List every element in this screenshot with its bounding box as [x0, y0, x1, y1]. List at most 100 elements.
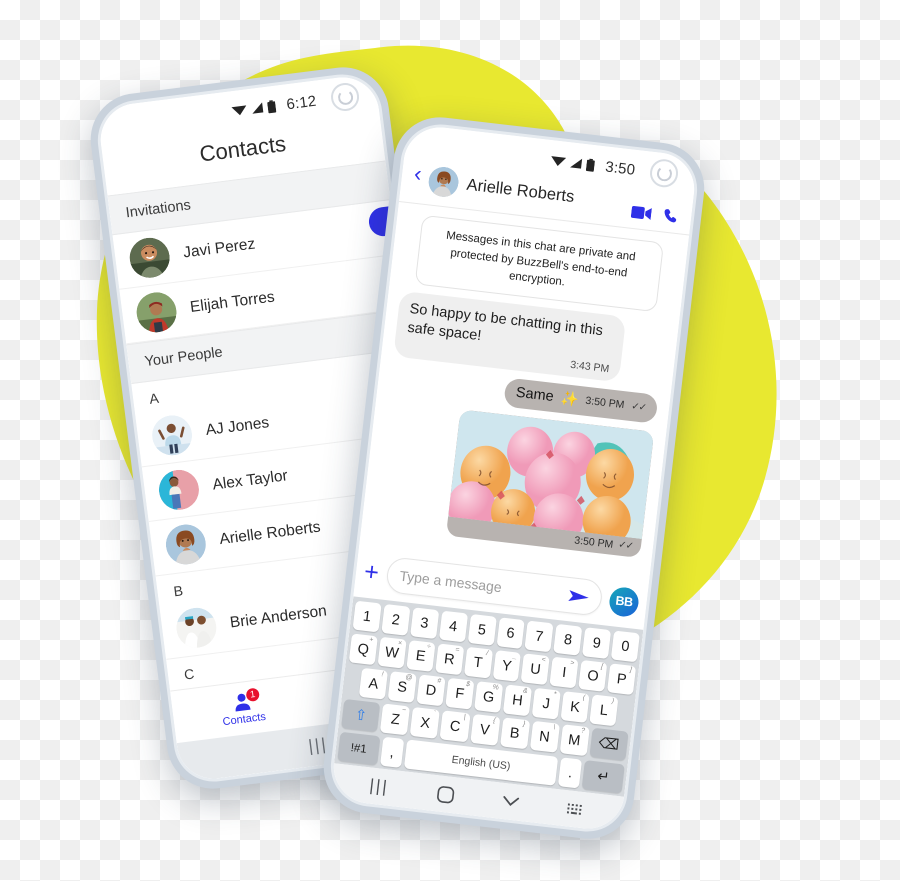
home-icon[interactable] — [435, 784, 456, 805]
balloons-photo[interactable] — [448, 409, 655, 539]
enter-key[interactable]: ↵ — [582, 760, 625, 794]
shift-key[interactable]: ⇧ — [341, 698, 381, 732]
key-n-alt: \ — [552, 724, 556, 732]
key-1[interactable]: 1 — [352, 600, 382, 633]
key-o[interactable]: [O — [578, 659, 608, 692]
video-call-icon[interactable] — [630, 205, 652, 221]
key-k[interactable]: (K — [560, 691, 590, 723]
key-4[interactable]: 4 — [438, 610, 468, 643]
key-g-alt: % — [492, 683, 500, 692]
key-c[interactable]: | C — [439, 710, 471, 743]
message-timestamp: 3:43 PM — [569, 358, 610, 375]
key-8[interactable]: 8 — [553, 623, 583, 656]
buzzbell-logo[interactable]: BB — [607, 585, 641, 618]
key-q[interactable]: + Q — [348, 633, 378, 666]
contact-name: Arielle Roberts — [218, 518, 322, 549]
key-5[interactable]: 5 — [467, 613, 497, 646]
key-f-alt: $ — [465, 680, 471, 689]
backspace-key[interactable]: ⌫ — [589, 727, 629, 761]
key-0[interactable]: 0 — [610, 630, 640, 663]
key-o-label: O — [586, 667, 600, 685]
key-e[interactable]: ÷ E — [406, 640, 436, 672]
key-t-label: T — [472, 654, 484, 672]
key-l[interactable]: ) L — [589, 694, 619, 727]
wifi-icon — [231, 105, 247, 116]
key-h-alt: & — [522, 687, 528, 695]
comma-key[interactable]: , — [379, 736, 404, 768]
key-9[interactable]: 9 — [582, 627, 612, 659]
key-i-label: I — [561, 664, 568, 681]
key-g[interactable]: % G — [474, 681, 504, 713]
key-y-label: Y — [501, 657, 513, 675]
avatar — [149, 412, 195, 458]
key-f[interactable]: $ F — [445, 677, 475, 710]
key-m-label: M — [567, 731, 582, 749]
key-j-label: J — [541, 695, 551, 713]
key-t[interactable]: / T — [463, 646, 493, 679]
contact-name: AJ Jones — [204, 414, 271, 440]
key-b-label: B — [508, 724, 521, 742]
key-x[interactable]: ` X — [410, 706, 441, 739]
key-q-alt: + — [368, 636, 374, 644]
key-i-alt: > — [569, 659, 575, 668]
signal-icon — [252, 102, 264, 114]
key-m[interactable]: ? M — [559, 724, 590, 757]
avatar — [174, 605, 219, 651]
key-a[interactable]: ! A — [358, 667, 389, 700]
left-clock: 6:12 — [285, 92, 318, 113]
chevron-down-icon[interactable] — [502, 795, 521, 809]
message-input[interactable]: Type a message — [399, 568, 564, 603]
chat-screen: 3:50 ‹ Arielle Roberts Messages in this … — [329, 123, 699, 833]
key-r-alt: = — [454, 646, 460, 654]
wifi-icon — [551, 156, 567, 166]
nav-tab-contacts[interactable]: 1 Contacts — [171, 683, 314, 734]
key-y[interactable]: _ Y — [492, 650, 522, 682]
on-screen-keyboard: 1 2 3 4 5 6 7 8 9 0 + Q × W ÷ E = R / T … — [334, 596, 644, 797]
key-r[interactable]: = R — [434, 643, 464, 676]
key-l-alt: ) — [611, 697, 615, 705]
signal-icon — [570, 158, 583, 169]
key-3[interactable]: 3 — [409, 607, 439, 640]
key-7[interactable]: 7 — [524, 620, 554, 653]
period-key[interactable]: . — [558, 757, 583, 789]
key-y-alt: _ — [512, 653, 518, 661]
keyboard-toggle-icon[interactable] — [567, 802, 585, 816]
recents-icon[interactable]: ||| — [368, 776, 390, 798]
chevron-left-icon[interactable]: ‹ — [413, 161, 423, 187]
key-v[interactable]: {V — [469, 713, 500, 746]
key-x-alt: ` — [433, 710, 437, 718]
key-n-label: N — [538, 728, 551, 746]
plus-icon[interactable]: + — [363, 557, 381, 586]
message-list[interactable]: Messages in this chat are private and pr… — [359, 201, 690, 581]
key-p-alt: ] — [629, 666, 633, 674]
key-z[interactable]: ~ Z — [380, 703, 411, 736]
key-k-label: K — [569, 698, 581, 716]
key-s[interactable]: @ S — [387, 671, 417, 703]
key-w[interactable]: × W — [377, 636, 407, 669]
key-z-label: Z — [390, 711, 401, 728]
key-u[interactable]: < U — [520, 653, 551, 686]
delivered-ticks-icon: ✓✓ — [617, 539, 634, 553]
symbols-key[interactable]: !#1 — [337, 731, 381, 766]
message-bubble-photo[interactable]: 3:50 PM ✓✓ — [445, 409, 655, 558]
message-timestamp: 3:50 PM — [584, 394, 625, 412]
key-h[interactable]: & H — [502, 684, 533, 717]
key-s-alt: @ — [404, 673, 413, 682]
key-d[interactable]: # D — [416, 674, 446, 707]
key-b[interactable]: } B — [499, 717, 530, 750]
avatar — [163, 522, 209, 567]
key-2[interactable]: 2 — [381, 603, 411, 636]
key-f-label: F — [454, 685, 466, 703]
key-p[interactable]: ] P — [607, 663, 637, 696]
key-n[interactable]: \ N — [529, 720, 560, 753]
key-6[interactable]: 6 — [496, 617, 526, 650]
send-icon[interactable] — [568, 588, 590, 605]
key-j[interactable]: * J — [531, 687, 561, 720]
key-w-alt: × — [397, 639, 403, 648]
key-c-label: C — [448, 717, 462, 735]
power-icon — [648, 157, 680, 189]
key-v-label: V — [479, 721, 491, 739]
voice-call-icon[interactable] — [662, 207, 680, 225]
key-i[interactable]: > I — [549, 656, 579, 689]
key-s-label: S — [396, 678, 408, 696]
